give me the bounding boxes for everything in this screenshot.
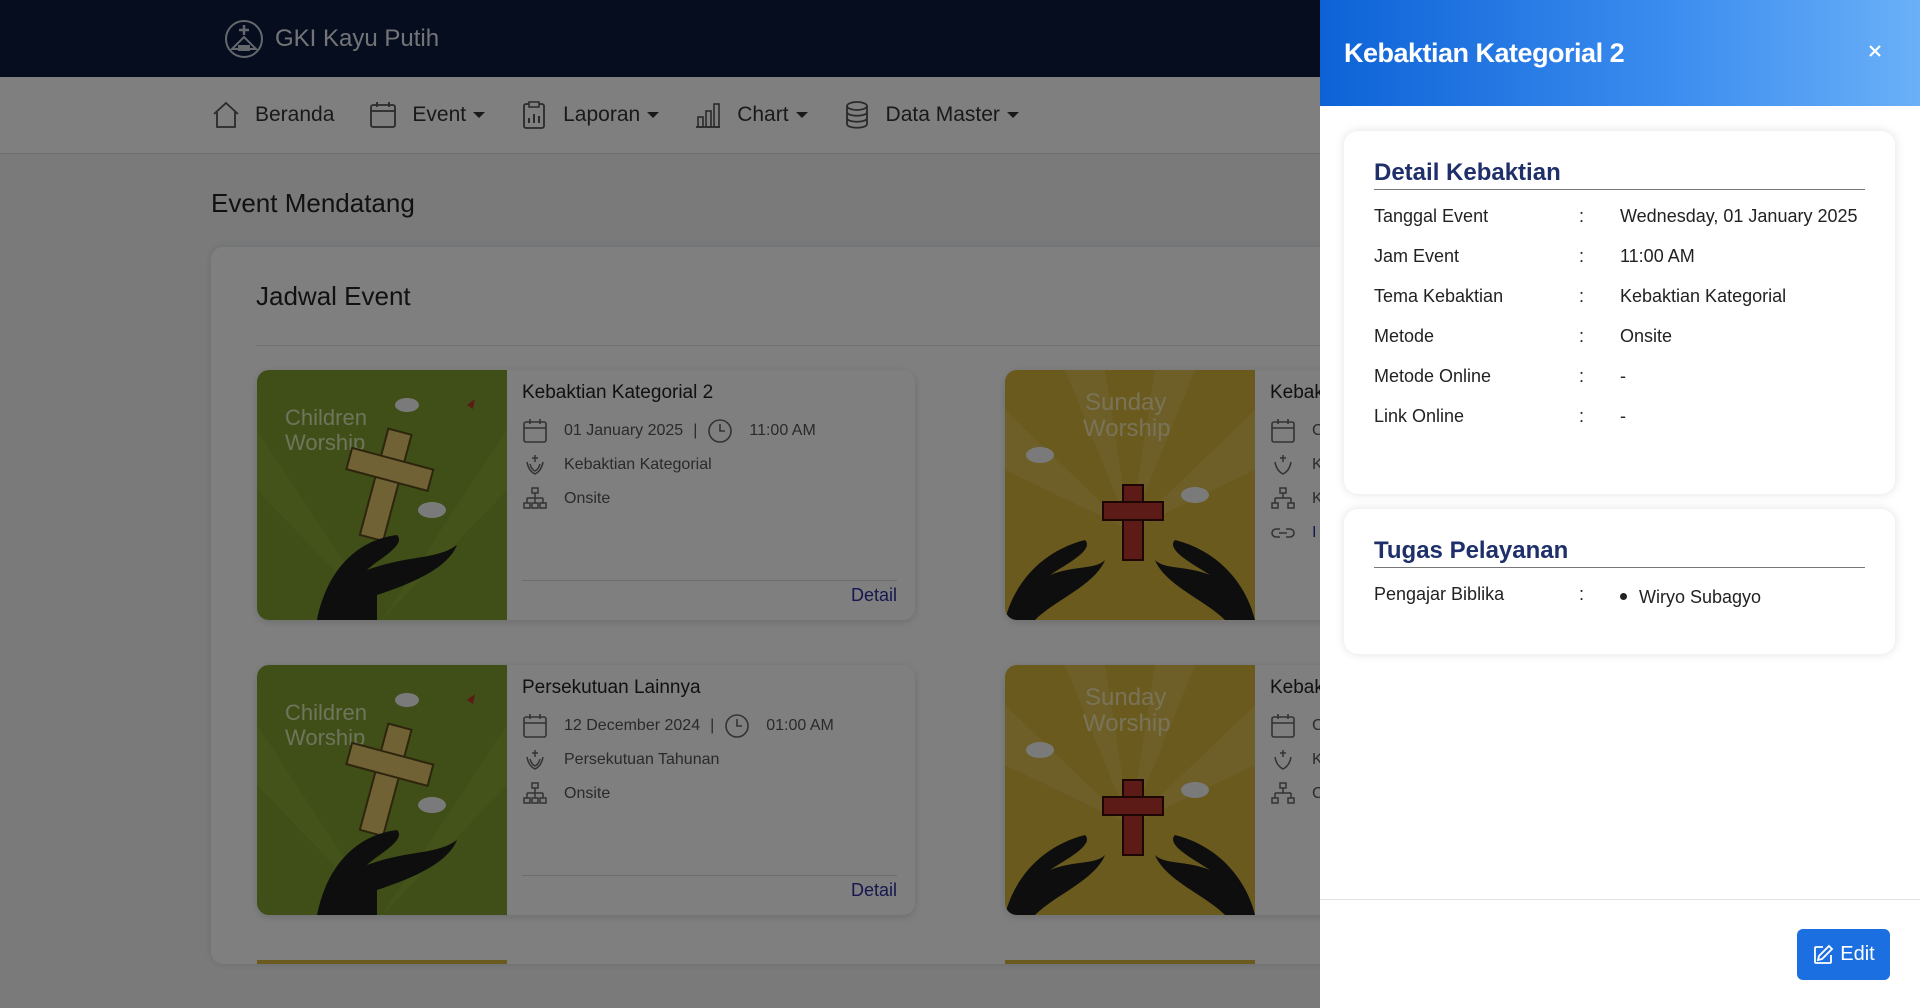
detail-row: Jam Event : 11:00 AM [1374, 243, 1865, 270]
event-detail-drawer: Kebaktian Kategorial 2 Detail Kebaktian … [1320, 0, 1920, 1008]
tugas-label: Pengajar Biblika [1374, 584, 1505, 604]
detail-value: Wednesday, 01 January 2025 [1620, 206, 1858, 226]
detail-value: 11:00 AM [1620, 246, 1695, 266]
colon: : [1579, 366, 1585, 386]
colon: : [1579, 286, 1585, 306]
detail-value: Onsite [1620, 326, 1673, 346]
detail-value: Kebaktian Kategorial [1620, 286, 1787, 306]
detail-label: Jam Event [1374, 246, 1460, 266]
colon: : [1579, 206, 1585, 226]
colon: : [1579, 246, 1585, 266]
detail-label: Metode Online [1374, 366, 1492, 386]
detail-label: Tema Kebaktian [1374, 286, 1504, 306]
tugas-heading: Tugas Pelayanan [1374, 537, 1865, 568]
detail-label: Tanggal Event [1374, 206, 1489, 226]
detail-label: Metode [1374, 326, 1435, 346]
drawer-header: Kebaktian Kategorial 2 [1320, 0, 1920, 106]
edit-button-label: Edit [1840, 943, 1875, 965]
tugas-value: Wiryo Subagyo [1620, 581, 1865, 611]
bullet [1620, 592, 1627, 600]
colon: : [1579, 406, 1585, 426]
close-icon[interactable] [1864, 40, 1886, 62]
tugas-person: Wiryo Subagyo [1639, 587, 1762, 607]
detail-label: Link Online [1374, 406, 1465, 426]
drawer-footer-divider [1320, 899, 1920, 900]
colon: : [1579, 584, 1585, 604]
detail-heading: Detail Kebaktian [1374, 159, 1865, 190]
tugas-row: Pengajar Biblika : Wiryo Subagyo [1374, 581, 1865, 611]
edit-icon [1814, 944, 1834, 964]
detail-row: Metode : Onsite [1374, 323, 1865, 350]
detail-row: Tema Kebaktian : Kebaktian Kategorial [1374, 283, 1865, 310]
detail-card: Detail Kebaktian Tanggal Event : Wednesd… [1344, 131, 1895, 494]
edit-button[interactable]: Edit [1797, 929, 1890, 980]
tugas-card: Tugas Pelayanan Pengajar Biblika : Wiryo… [1344, 509, 1895, 654]
detail-value: - [1620, 406, 1626, 426]
detail-row: Metode Online : - [1374, 363, 1865, 390]
detail-row: Link Online : - [1374, 403, 1865, 430]
detail-row: Tanggal Event : Wednesday, 01 January 20… [1374, 203, 1865, 230]
colon: : [1579, 326, 1585, 346]
detail-value: - [1620, 366, 1626, 386]
drawer-title: Kebaktian Kategorial 2 [1344, 37, 1625, 68]
